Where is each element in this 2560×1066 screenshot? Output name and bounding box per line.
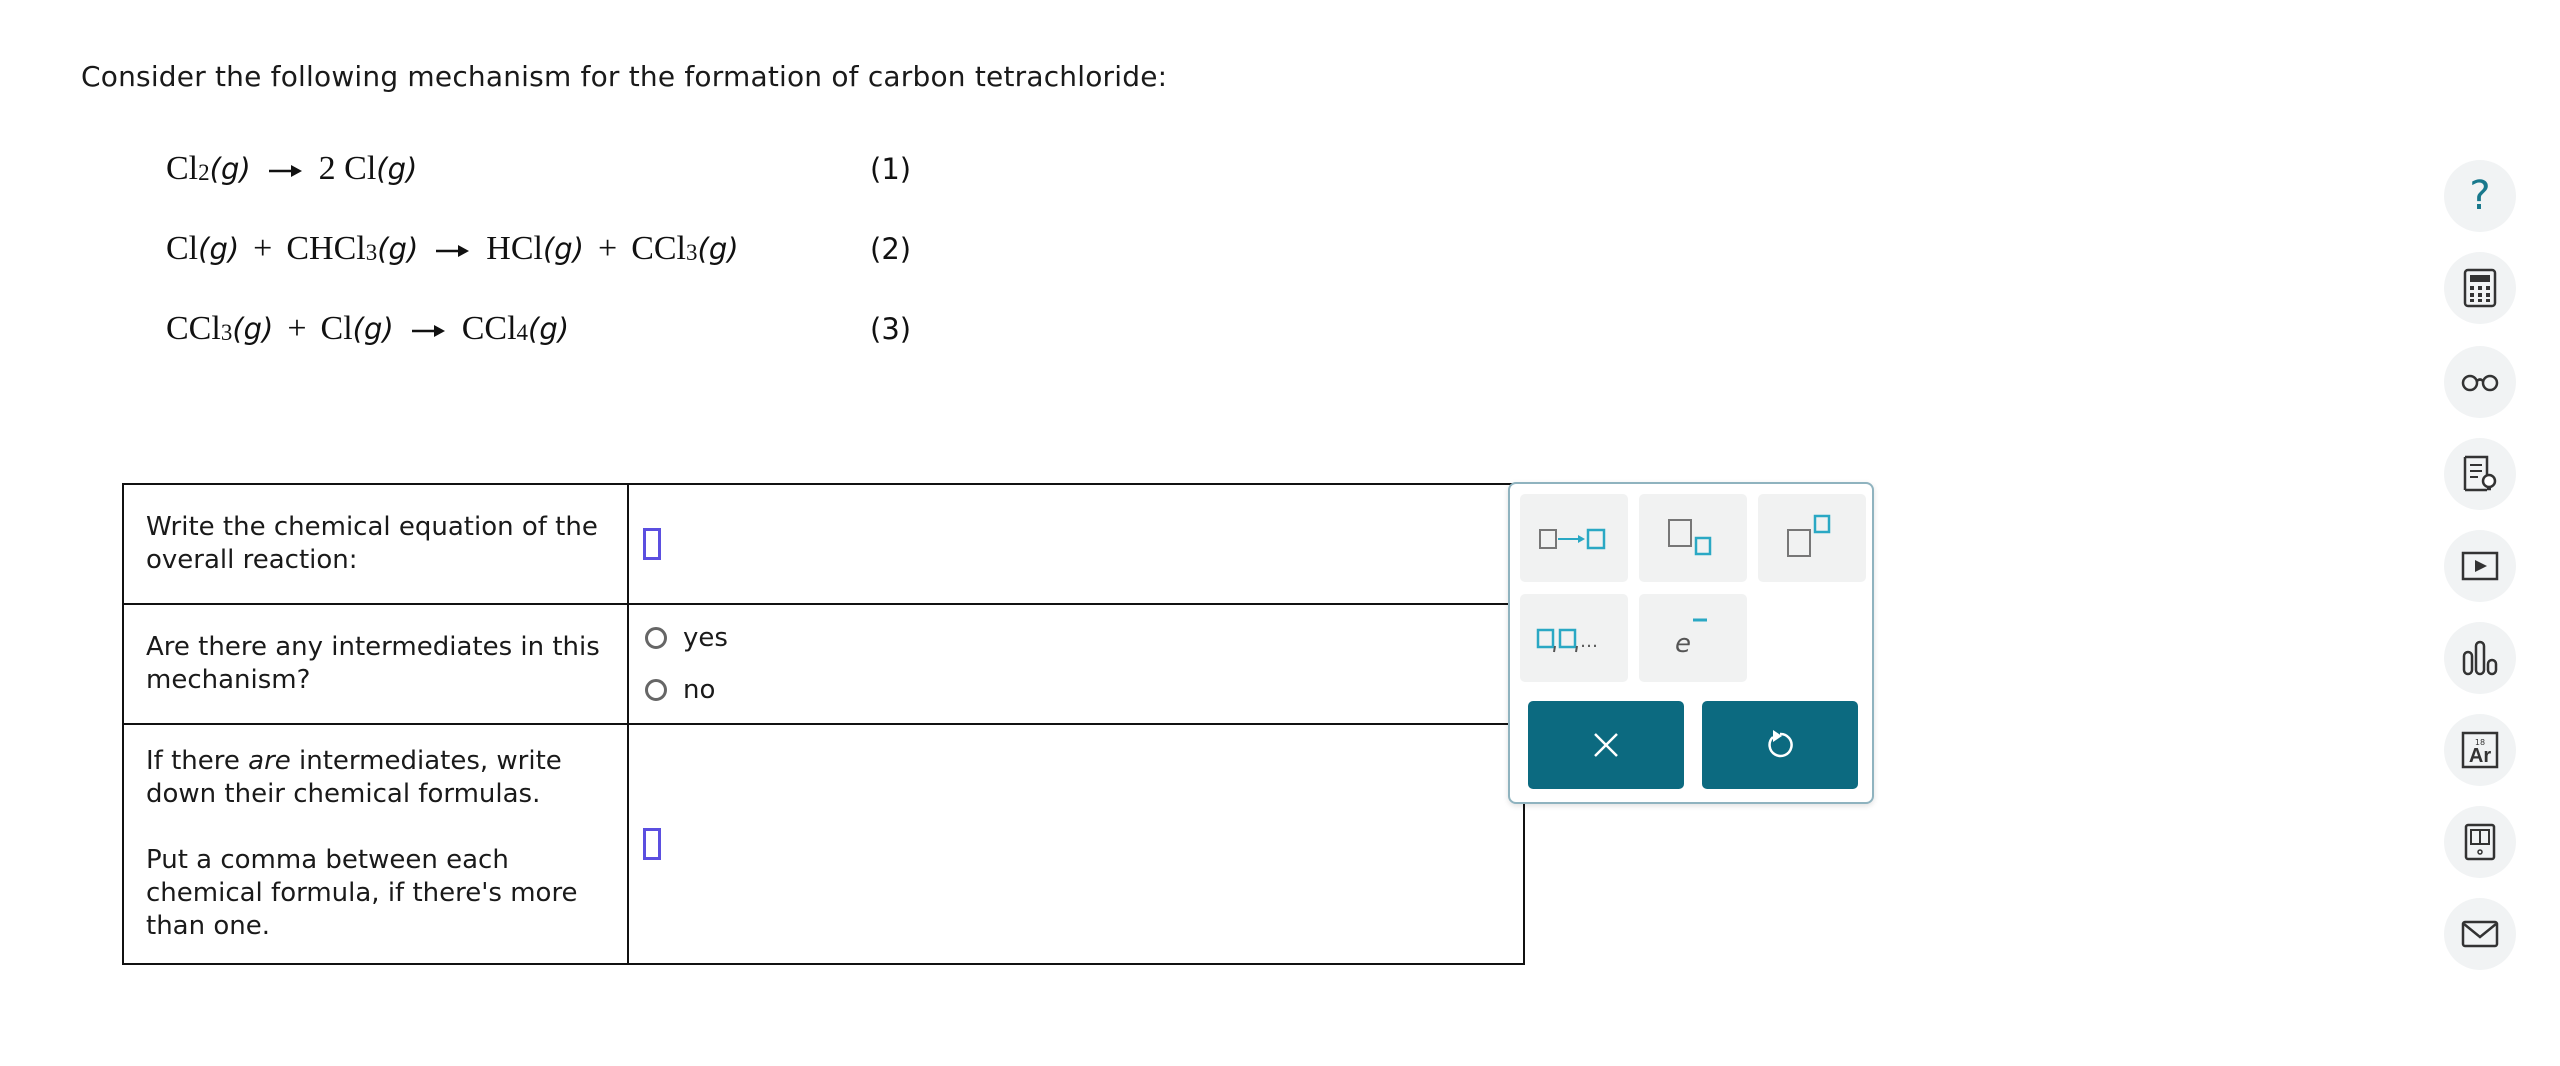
video-button[interactable] (2444, 530, 2516, 602)
step-number-2: (2) (870, 232, 912, 266)
reaction-arrow-icon (268, 165, 302, 177)
no-option[interactable]: no (643, 664, 1509, 716)
messages-button[interactable] (2444, 898, 2516, 970)
explanation-button[interactable] (2444, 438, 2516, 510)
question-table: Write the chemical equation of the overa… (122, 483, 1525, 965)
step-number-1: (1) (870, 152, 912, 186)
mechanism-step-1: Cl 2 (g) 2 Cl (g) (166, 150, 418, 187)
electron-icon: e (1675, 618, 1707, 659)
intermediates-answer-cell: yes no (627, 603, 1525, 725)
reading-glasses-button[interactable] (2444, 346, 2516, 418)
svg-text:…: … (1580, 631, 1598, 652)
subscript-button[interactable] (1639, 494, 1747, 582)
list-icon: … (1536, 628, 1598, 653)
no-label: no (683, 674, 716, 705)
glasses-icon (2461, 374, 2499, 392)
intermediates-question: Are there any intermediates in this mech… (122, 603, 629, 725)
intermediate-formulas-label: If there are intermediates, write down t… (146, 745, 605, 811)
intermediate-formulas-input[interactable] (643, 828, 661, 860)
overall-reaction-question: Write the chemical equation of the overa… (122, 483, 629, 605)
textbook-icon (2464, 823, 2496, 861)
video-play-icon (2461, 551, 2499, 581)
overall-reaction-answer-cell (627, 483, 1525, 605)
clear-button[interactable] (1528, 701, 1684, 789)
equation-palette: … e (1508, 482, 1874, 804)
mechanism-step-2: Cl (g) + CHCl 3 (g) HCl (g) + CCl 3 (g) (166, 230, 739, 267)
intermediate-formulas-question: If there are intermediates, write down t… (122, 723, 629, 965)
label-prefix: If there (146, 746, 249, 776)
intermediate-formulas-hint: Put a comma between each chemical formul… (146, 845, 578, 941)
superscript-button[interactable] (1758, 494, 1866, 582)
undo-icon (1768, 730, 1793, 758)
data-button[interactable] (2444, 622, 2516, 694)
periodic-table-button[interactable]: 18 Ar (2444, 714, 2516, 786)
calculator-icon (2463, 268, 2497, 308)
reaction-arrow-icon (411, 325, 445, 337)
reaction-arrow-icon (436, 245, 470, 257)
list-button[interactable]: … (1520, 594, 1628, 682)
close-icon (1594, 733, 1618, 757)
envelope-icon (2461, 920, 2499, 948)
no-radio[interactable] (645, 679, 667, 701)
superscript-icon (1787, 514, 1831, 557)
reaction-arrow-template-icon (1539, 528, 1606, 550)
calculator-button[interactable] (2444, 252, 2516, 324)
undo-button[interactable] (1702, 701, 1858, 789)
document-lightbulb-icon (2463, 455, 2497, 492)
svg-text:Ar: Ar (2469, 745, 2491, 767)
yes-label: yes (683, 622, 728, 653)
label-emphasis: are (248, 746, 291, 776)
overall-reaction-input[interactable] (643, 528, 661, 560)
bar-chart-icon (2462, 640, 2498, 676)
textbook-button[interactable] (2444, 806, 2516, 878)
help-icon: ? (2469, 173, 2491, 219)
mechanism-step-3: CCl 3 (g) + Cl (g) CCl 4 (g) (166, 310, 570, 347)
help-button[interactable]: ? (2444, 160, 2516, 232)
yes-radio[interactable] (645, 627, 667, 649)
yes-option[interactable]: yes (643, 612, 1509, 664)
periodic-table-icon: 18 Ar (2461, 731, 2499, 769)
intermediate-formulas-answer-cell (627, 723, 1525, 965)
reaction-arrow-button[interactable] (1520, 494, 1628, 582)
svg-text:e: e (1675, 629, 1691, 659)
step-number-3: (3) (870, 312, 912, 346)
electron-button[interactable]: e (1639, 594, 1747, 682)
problem-prompt: Consider the following mechanism for the… (81, 60, 1168, 93)
subscript-icon (1668, 519, 1712, 556)
